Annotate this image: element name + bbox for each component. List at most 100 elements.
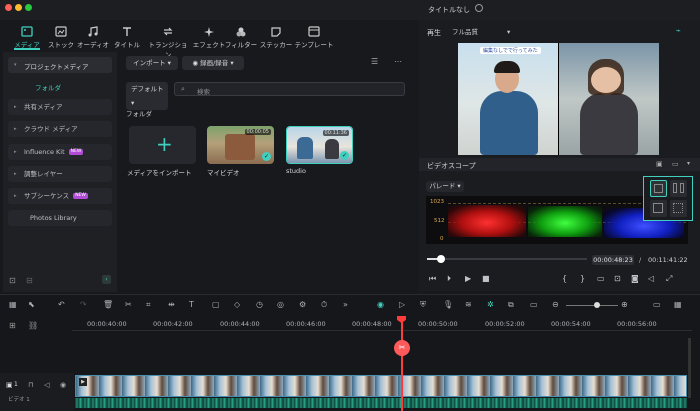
scope-toggle-icon[interactable]: ⌁ (676, 26, 681, 35)
zoom-slider[interactable] (566, 302, 618, 308)
title-tab[interactable]: タイトル (108, 26, 146, 49)
text-tool-icon[interactable]: T (189, 300, 194, 309)
project-info-icon[interactable] (475, 4, 483, 12)
more-tools-icon[interactable]: » (343, 300, 348, 309)
sidebar-item-adjustment-layer[interactable]: ▸ 調整レイヤー (8, 166, 112, 182)
play-range-icon[interactable]: ▷ (399, 300, 405, 309)
timeline-settings-icon[interactable]: ▦ (674, 300, 682, 309)
playback-scrubber[interactable] (437, 255, 445, 263)
microphone-icon[interactable]: 🎙 (443, 300, 453, 309)
volume-icon[interactable]: ◁ (648, 274, 654, 283)
delete-icon[interactable]: 🗑 (103, 300, 113, 309)
minimize-window-button[interactable] (15, 4, 22, 11)
quality-dropdown[interactable]: フル品質 ▾ (452, 26, 514, 38)
shield-icon[interactable]: ⛨ (420, 300, 426, 310)
add-track-icon[interactable]: ⊞ (9, 321, 16, 330)
chevron-down-icon[interactable]: ▾ (687, 160, 690, 167)
transition-icon (163, 27, 173, 36)
project-media-item[interactable]: ▾ プロジェクトメディア (8, 57, 112, 73)
snapshot-icon[interactable]: ◙ (631, 274, 639, 283)
mark-out-icon[interactable]: } (580, 274, 585, 283)
folder-heading: フォルダ (126, 110, 152, 118)
prev-frame-icon[interactable]: ⏮ (429, 274, 436, 284)
marker-icon[interactable]: ▭ (530, 300, 538, 309)
import-folder-icon[interactable]: ⊟ (26, 276, 33, 285)
audio-waveform (75, 398, 687, 408)
video-clip-strip[interactable]: ▶ (75, 375, 687, 397)
layout-option-quad[interactable] (650, 200, 667, 217)
folder-icon[interactable]: ⊓ (28, 381, 33, 389)
mark-in-icon[interactable]: { (562, 274, 567, 283)
timer-icon[interactable]: ⏱ (321, 300, 327, 310)
timeline-scrollbar[interactable] (688, 338, 691, 398)
scissors-icon[interactable]: ✂ (394, 340, 410, 356)
render-icon[interactable]: ◉ (377, 300, 384, 309)
crop-icon[interactable]: ⊡ (614, 274, 621, 283)
speed-icon[interactable]: ◷ (256, 300, 263, 309)
tab-sticker-label: ステッカー (259, 41, 293, 49)
more-options-icon[interactable]: ⋯ (394, 57, 402, 66)
select-tool-icon[interactable]: ⬉ (28, 300, 35, 309)
sidebar-item-subsequence[interactable]: ▸ サブシーケンス NEW (8, 188, 112, 204)
collapse-panel-icon[interactable]: ‹ (102, 275, 111, 284)
template-tab[interactable]: テンプレート (292, 26, 336, 49)
zoom-window-button[interactable] (25, 4, 32, 11)
audio-tab[interactable]: オーディオ (74, 26, 112, 49)
color-icon[interactable]: ◎ (277, 300, 284, 309)
scope-window-icon[interactable]: ▭ (672, 160, 679, 168)
zoom-slider-handle[interactable] (594, 302, 600, 308)
media-tab[interactable]: メディア (8, 26, 46, 49)
sort-dropdown[interactable]: デフォルト ▾ (126, 82, 168, 110)
audio-mix-icon[interactable]: ≋ (465, 300, 472, 309)
sidebar-item-cloud-media[interactable]: ▸ クラウド メディア (8, 121, 112, 137)
clip-my-video[interactable]: 00:00:05 ✓ (207, 126, 274, 164)
playhead[interactable] (401, 316, 403, 411)
sidebar-item-photos-library[interactable]: Photos Library (8, 210, 112, 226)
scope-layout-icon[interactable]: ▣ (656, 160, 663, 168)
play-icon[interactable]: ▶ (465, 274, 471, 283)
layout-option-single[interactable] (650, 180, 667, 197)
sidebar-item-influence-kit[interactable]: ▸ Influence Kit NEW (8, 144, 112, 160)
mask-icon[interactable]: ▢ (212, 300, 220, 309)
split-icon[interactable]: ⇹ (168, 300, 175, 309)
layout-option-split[interactable] (670, 180, 687, 197)
speaker-icon[interactable]: ◁ (44, 381, 49, 389)
sticker-tab[interactable]: ステッカー (257, 26, 295, 49)
link-icon[interactable]: ⛓ (28, 321, 38, 330)
crop-tool-icon[interactable]: ⌗ (146, 300, 151, 310)
import-media-tile[interactable]: + (129, 126, 196, 164)
undo-icon[interactable]: ↶ (58, 300, 65, 309)
ai-tool-icon[interactable]: ✲ (487, 300, 494, 309)
pip-icon[interactable]: ⧉ (508, 300, 514, 310)
zoom-in-icon[interactable]: ⊕ (621, 300, 628, 309)
new-folder-icon[interactable]: ⊡ (9, 276, 16, 285)
search-input[interactable]: ⌕ 検索 (174, 82, 405, 96)
cut-icon[interactable]: ✂ (125, 300, 132, 309)
layout-option-grid[interactable] (670, 200, 687, 217)
adjust-icon[interactable]: ⚙ (299, 300, 306, 309)
playback-progress-track[interactable] (427, 255, 587, 263)
layout-grid-icon[interactable]: ▦ (9, 300, 17, 309)
close-window-button[interactable] (5, 4, 12, 11)
current-time[interactable]: 00:00:48:23 (592, 255, 634, 265)
keyframe-icon[interactable]: ◇ (234, 300, 240, 309)
sidebar-item-folder[interactable]: フォルダ (35, 82, 61, 92)
stop-icon[interactable]: ■ (482, 274, 490, 283)
transition-tab[interactable]: トランジション (146, 26, 190, 59)
fit-timeline-icon[interactable]: ▭ (653, 300, 661, 309)
record-button[interactable]: ◉ 録画/録音 ▾ (182, 56, 244, 70)
fullscreen-icon[interactable]: ⤢ (666, 274, 672, 284)
step-icon[interactable]: ⏵ (447, 274, 451, 284)
filter-tab[interactable]: フィルター (222, 26, 260, 49)
scope-mode-dropdown[interactable]: パレード ▾ (426, 181, 464, 192)
tab-audio-label: オーディオ (76, 41, 110, 49)
redo-icon[interactable]: ↷ (80, 300, 87, 309)
zoom-out-icon[interactable]: ⊖ (552, 300, 559, 309)
import-button[interactable]: インポート ▾ (126, 56, 178, 70)
eye-icon[interactable]: ◉ (60, 381, 66, 389)
scope-layout-picker[interactable] (643, 176, 693, 221)
filter-list-icon[interactable]: ☰ (371, 57, 378, 66)
sidebar-item-shared-media[interactable]: ▸ 共有メディア (8, 99, 112, 115)
display-icon[interactable]: ▭ (597, 274, 605, 283)
clip-studio[interactable]: 00:11:36 ✓ (286, 126, 353, 164)
